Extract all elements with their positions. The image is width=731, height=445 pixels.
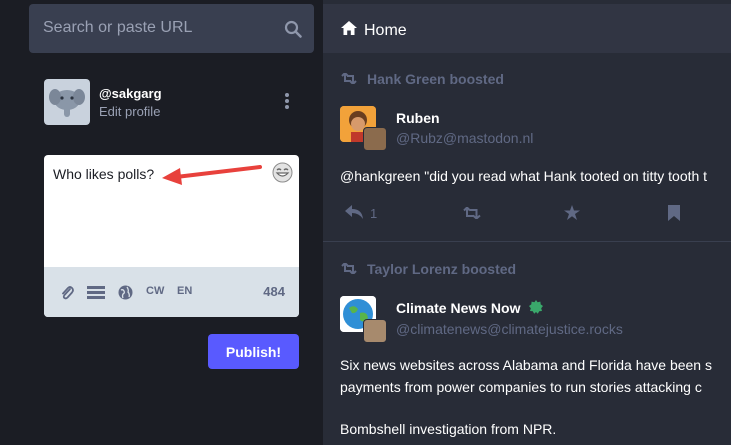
kebab-menu-icon[interactable]	[284, 92, 290, 110]
star-icon[interactable]	[564, 205, 580, 220]
home-column: Home Hank Green boosted Ruben @Rubz@mast…	[323, 0, 731, 445]
boost-prepend: Hank Green boosted	[341, 71, 504, 87]
compose-text[interactable]: Who likes polls?	[53, 166, 154, 182]
content-warning-button[interactable]: CW	[146, 285, 164, 297]
search-bar[interactable]: Search or paste URL	[29, 4, 314, 53]
column-title: Home	[364, 22, 407, 39]
paperclip-icon[interactable]	[60, 284, 74, 301]
boosted-by-label[interactable]: Hank Green boosted	[367, 71, 504, 87]
boost-icon[interactable]	[463, 207, 481, 219]
booster-avatar[interactable]	[363, 127, 387, 151]
globe-icon[interactable]	[118, 285, 133, 300]
account-handle[interactable]: @sakgarg	[99, 86, 162, 101]
status-divider	[323, 241, 731, 242]
reply-icon[interactable]	[345, 205, 364, 219]
status-content-line: Bombshell investigation from NPR.	[340, 421, 557, 437]
account-name[interactable]: @climatenews@climatejustice.rocks	[396, 321, 623, 337]
emoji-picker-icon[interactable]	[272, 162, 293, 189]
account-name[interactable]: @Rubz@mastodon.nl	[396, 130, 533, 146]
boost-prepend: Taylor Lorenz boosted	[341, 261, 516, 277]
boost-icon	[341, 73, 357, 84]
search-placeholder: Search or paste URL	[43, 19, 193, 36]
elephant-icon	[49, 89, 85, 117]
boost-icon	[341, 263, 357, 274]
compose-toolbar: CW EN 484	[44, 267, 299, 317]
bookmark-icon[interactable]	[668, 205, 680, 221]
publish-button[interactable]: Publish!	[208, 334, 299, 369]
home-icon	[341, 21, 357, 35]
status-content-line: Six news websites across Alabama and Flo…	[340, 357, 712, 373]
bot-badge-icon	[529, 300, 543, 314]
display-name[interactable]: Ruben	[396, 110, 440, 126]
edit-profile-link[interactable]: Edit profile	[99, 104, 160, 119]
avatar[interactable]	[44, 79, 90, 125]
booster-avatar[interactable]	[363, 319, 387, 343]
language-button[interactable]: EN	[177, 285, 192, 297]
display-name[interactable]: Climate News Now	[396, 300, 520, 316]
column-header[interactable]: Home	[323, 4, 731, 53]
character-counter: 484	[263, 284, 285, 299]
poll-icon[interactable]	[87, 286, 105, 299]
status-content-line: payments from power companies to run sto…	[340, 379, 702, 395]
reply-count: 1	[370, 206, 378, 221]
status-content: @hankgreen "did you read what Hank toote…	[340, 168, 708, 184]
annotation-arrow	[162, 165, 262, 185]
boosted-by-label[interactable]: Taylor Lorenz boosted	[367, 261, 516, 277]
search-icon[interactable]	[284, 20, 302, 38]
